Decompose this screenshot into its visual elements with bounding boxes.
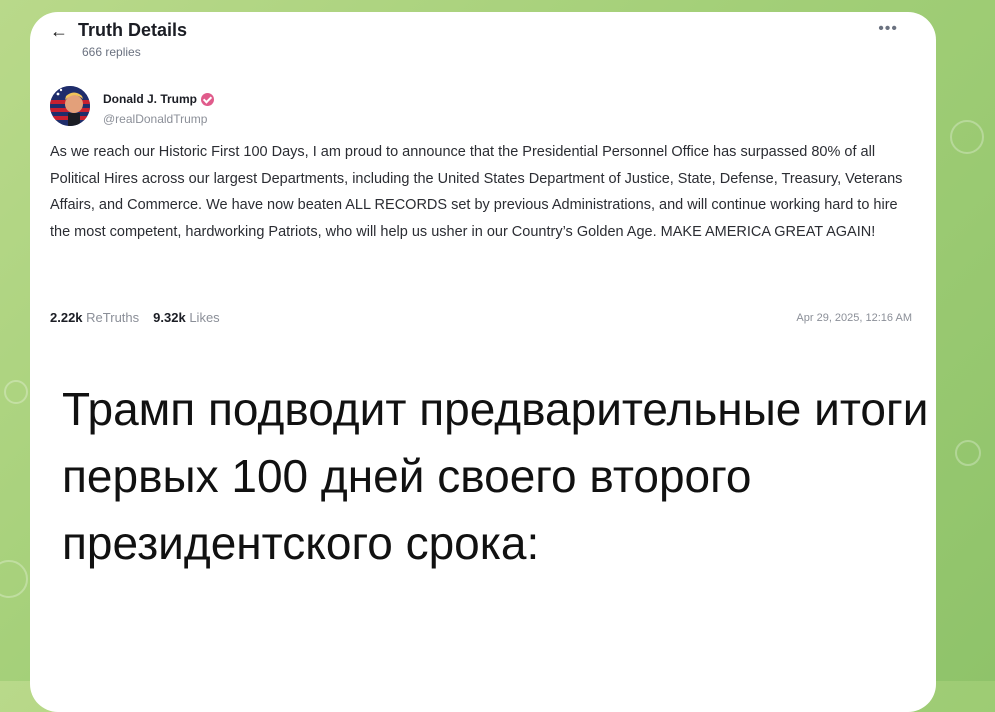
post-stats: 2.22k ReTruths 9.32k Likes [50,310,220,325]
verified-badge-icon [201,92,215,106]
replies-count: 666 replies [82,45,141,59]
more-dots-icon[interactable]: ••• [878,20,898,38]
background-doodle [955,440,981,466]
post-header: ← Truth Details [50,20,187,41]
post-timestamp: Apr 29, 2025, 12:16 AM [796,312,912,324]
retruths-count: 2.22k [50,310,83,325]
message-card: ← Truth Details 666 replies ••• Donald J… [30,12,936,712]
author-name-row[interactable]: Donald J. Trump [103,92,215,106]
avatar[interactable] [50,86,90,126]
message-caption: Трамп подводит предварительные итоги пер… [62,383,929,569]
post-body-text: As we reach our Historic First 100 Days,… [50,144,903,240]
author-name: Donald J. Trump [103,92,198,106]
likes-stat[interactable]: 9.32k Likes [153,310,220,325]
author-handle[interactable]: @realDonaldTrump [103,112,207,126]
retruths-label: ReTruths [86,310,140,325]
background-doodle [0,560,28,598]
arrow-left-icon[interactable]: ← [50,21,70,41]
retruths-stat[interactable]: 2.22k ReTruths [50,310,139,325]
likes-count: 9.32k [153,310,186,325]
background-doodle [4,380,28,404]
page-title: Truth Details [78,20,188,40]
likes-label: Likes [189,310,220,325]
avatar-image [50,86,90,126]
truth-post-screenshot: ← Truth Details 666 replies ••• Donald J… [30,12,936,358]
background-doodle [950,120,984,154]
